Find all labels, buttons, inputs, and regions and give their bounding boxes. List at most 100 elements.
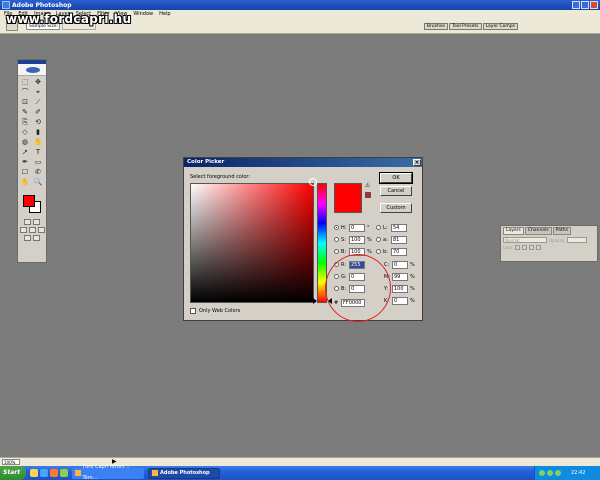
gamut-warning-icon[interactable]: ⚠ xyxy=(365,183,371,189)
screen-mode-menu-icon[interactable] xyxy=(28,227,36,233)
tray-security-icon[interactable] xyxy=(555,470,561,476)
only-web-colors-option[interactable]: Only Web Colors xyxy=(190,308,240,314)
tray-clock[interactable]: 22:42 xyxy=(571,470,585,476)
notes-tool-icon[interactable]: ☐ xyxy=(20,168,31,177)
lock-transparency-icon[interactable] xyxy=(515,245,521,250)
dodge-tool-icon[interactable]: ✋ xyxy=(33,138,44,147)
dialog-title-bar[interactable]: Color Picker × xyxy=(184,158,422,167)
opacity-input[interactable] xyxy=(567,237,588,243)
toolbox: ⬚ ✥ ⌒ ⌖ ⊡ ⟋ ✎ ✐ ⎘ ⟲ ◇ ▮ ◍ ✋ ➚ T ✒ ▭ ☐ ✆ … xyxy=(17,59,47,263)
jump-to-imageready-arrow-icon[interactable] xyxy=(33,235,40,241)
lasso-tool-icon[interactable]: ⌒ xyxy=(20,88,31,97)
window-title-bar: Adobe Photoshop xyxy=(0,0,600,10)
tab-brushes[interactable]: Brushes xyxy=(423,23,448,30)
healing-brush-tool-icon[interactable]: ✎ xyxy=(20,108,31,117)
yellow-input[interactable]: 100 xyxy=(392,284,408,293)
lock-image-icon[interactable] xyxy=(522,245,528,250)
screen-mode-full-icon[interactable] xyxy=(37,227,45,233)
clone-stamp-tool-icon[interactable]: ⎘ xyxy=(20,118,31,127)
black-input[interactable]: 0 xyxy=(392,296,408,305)
tab-tool-presets[interactable]: Tool Presets xyxy=(448,23,482,30)
zoom-tool-icon[interactable]: 🔍 xyxy=(33,178,44,187)
standard-mode-icon[interactable] xyxy=(24,219,31,225)
lab-b-label: b: xyxy=(383,248,388,255)
quick-mask-icon[interactable] xyxy=(33,219,40,225)
foreground-color-swatch[interactable] xyxy=(23,195,35,207)
color-field-marker[interactable] xyxy=(309,178,317,186)
tray-network-icon[interactable] xyxy=(539,470,545,476)
jump-to-imageready-icon[interactable] xyxy=(24,235,31,241)
eyedropper-tool-icon[interactable]: ✆ xyxy=(33,168,44,177)
lab-a-input[interactable]: 81 xyxy=(391,235,407,244)
color-field[interactable] xyxy=(190,183,314,303)
magenta-input[interactable]: 99 xyxy=(392,272,408,281)
quick-launch-folder-icon[interactable] xyxy=(30,469,38,477)
brightness-radio[interactable] xyxy=(334,249,339,254)
gradient-tool-icon[interactable]: ▮ xyxy=(33,128,44,137)
tab-paths[interactable]: Paths xyxy=(552,227,571,235)
dialog-close-button[interactable]: × xyxy=(413,159,421,166)
screen-mode-row xyxy=(18,227,46,233)
eraser-tool-icon[interactable]: ◇ xyxy=(20,128,31,137)
taskbar-item-photoshop[interactable]: Adobe Photoshop xyxy=(148,467,220,479)
quick-launch-firefox-icon[interactable] xyxy=(50,469,58,477)
lab-b-input[interactable]: 70 xyxy=(391,247,407,256)
hue-input[interactable]: 0 xyxy=(349,223,365,232)
shape-tool-icon[interactable]: ▭ xyxy=(33,158,44,167)
cyan-input[interactable]: 0 xyxy=(392,260,408,269)
blur-tool-icon[interactable]: ◍ xyxy=(20,138,31,147)
lock-position-icon[interactable] xyxy=(529,245,535,250)
type-tool-icon[interactable]: T xyxy=(33,148,44,157)
palette-well: Brushes Tool Presets Layer Comps xyxy=(423,23,518,30)
magic-wand-tool-icon[interactable]: ⌖ xyxy=(33,88,44,97)
move-tool-icon[interactable]: ✥ xyxy=(33,78,44,87)
lab-b-radio[interactable] xyxy=(376,249,381,254)
black-unit: % xyxy=(410,297,415,304)
cancel-button[interactable]: Cancel xyxy=(380,186,412,196)
close-icon[interactable] xyxy=(590,1,598,9)
tab-layers[interactable]: Layers xyxy=(503,227,524,235)
lock-all-icon[interactable] xyxy=(536,245,542,250)
jump-to-row xyxy=(18,235,46,241)
adobe-logo-icon[interactable] xyxy=(18,64,46,76)
hue-slider-left-arrow-icon[interactable] xyxy=(313,298,317,304)
custom-button[interactable]: Custom xyxy=(380,203,412,213)
hue-label: H: xyxy=(341,224,347,231)
history-brush-tool-icon[interactable]: ⟲ xyxy=(33,118,44,127)
lab-a-radio[interactable] xyxy=(376,237,381,242)
tab-channels[interactable]: Channels xyxy=(524,227,552,235)
zoom-level[interactable]: 100% xyxy=(2,459,20,465)
color-preview-swatch xyxy=(334,183,362,213)
blend-mode-select[interactable]: Normal xyxy=(503,237,547,243)
ok-button[interactable]: OK xyxy=(379,172,413,184)
screen-mode-standard-icon[interactable] xyxy=(19,227,27,233)
tray-volume-icon[interactable] xyxy=(547,470,553,476)
lab-a-row: a: 81 xyxy=(376,235,407,244)
saturation-radio[interactable] xyxy=(334,237,339,242)
brush-tool-icon[interactable]: ✐ xyxy=(33,108,44,117)
quick-launch-ie-icon[interactable] xyxy=(40,469,48,477)
tab-layer-comps[interactable]: Layer Comps xyxy=(482,23,518,30)
marquee-tool-icon[interactable]: ⬚ xyxy=(20,78,31,87)
color-swatches xyxy=(18,193,46,217)
maximize-icon[interactable] xyxy=(581,1,589,9)
only-web-colors-checkbox[interactable] xyxy=(190,308,196,314)
hue-radio[interactable] xyxy=(334,225,339,230)
menu-window[interactable]: Window xyxy=(133,11,153,17)
lab-l-radio[interactable] xyxy=(376,225,381,230)
menu-help[interactable]: Help xyxy=(159,11,170,17)
lab-l-input[interactable]: 54 xyxy=(391,223,407,232)
saturation-input[interactable]: 100 xyxy=(349,235,365,244)
quick-launch-app-icon[interactable] xyxy=(60,469,68,477)
hand-tool-icon[interactable]: ✋ xyxy=(20,178,31,187)
start-button[interactable]: Start xyxy=(0,466,26,480)
path-selection-tool-icon[interactable]: ➚ xyxy=(20,148,31,157)
crop-tool-icon[interactable]: ⊡ xyxy=(20,98,31,107)
gamut-color-swatch[interactable] xyxy=(365,192,371,198)
slice-tool-icon[interactable]: ⟋ xyxy=(33,98,44,107)
taskbar-item-forum[interactable]: Ford Capri fórum :: Tém... xyxy=(72,464,144,480)
firefox-task-icon xyxy=(75,470,81,476)
minimize-icon[interactable] xyxy=(572,1,580,9)
opacity-label: Opacity: xyxy=(549,237,566,243)
pen-tool-icon[interactable]: ✒ xyxy=(20,158,31,167)
